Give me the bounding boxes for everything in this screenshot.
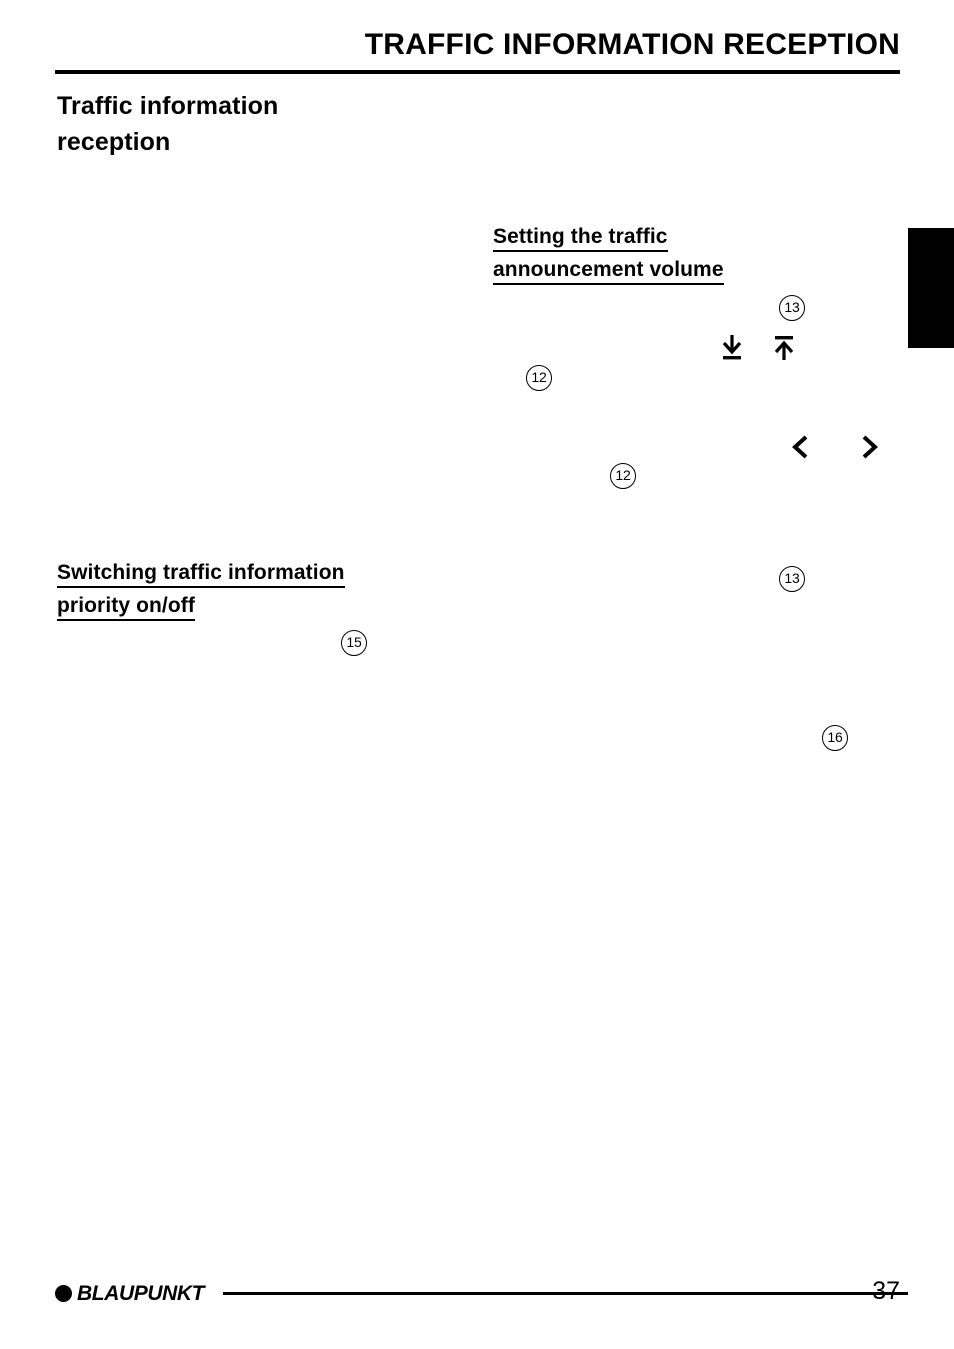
manual-page: TRAFFIC INFORMATION RECEPTION Traffic in…	[0, 0, 954, 1349]
chapter-thumb-tab	[908, 228, 954, 348]
blaupunkt-wordmark: BLAUPUNKT	[77, 1281, 205, 1305]
section-heading-traffic-priority: Switching traffic information priority o…	[57, 556, 447, 622]
section-heading-announcement-volume: Setting the traffic announcement volume	[493, 220, 823, 286]
page-title: Traffic information reception	[57, 88, 477, 160]
chevron-left-icon	[788, 432, 814, 462]
section-heading-volume-line-2: announcement volume	[493, 258, 724, 285]
callout-marker-13-top: 13	[779, 295, 805, 321]
footer-divider	[223, 1292, 908, 1295]
callout-marker-12-lower: 12	[610, 463, 636, 489]
section-heading-volume-line-1: Setting the traffic	[493, 225, 668, 252]
blaupunkt-dot-icon	[55, 1284, 72, 1302]
arrow-down-with-bar-icon	[718, 333, 746, 363]
page-title-line-2: reception	[57, 128, 171, 156]
blaupunkt-logo: BLAUPUNKT	[55, 1280, 204, 1306]
callout-marker-13-right: 13	[779, 566, 805, 592]
running-header: TRAFFIC INFORMATION RECEPTION	[364, 28, 900, 61]
chevron-right-icon	[856, 432, 882, 462]
header-divider	[55, 70, 900, 74]
callout-marker-16: 16	[822, 725, 848, 751]
arrow-up-with-bar-icon	[770, 333, 798, 363]
callout-marker-12-upper: 12	[526, 365, 552, 391]
callout-marker-15: 15	[341, 630, 367, 656]
page-footer: BLAUPUNKT 37	[55, 1277, 908, 1310]
section-heading-priority-line-2: priority on/off	[57, 594, 195, 621]
section-heading-priority-line-1: Switching traffic information	[57, 561, 345, 588]
page-title-line-1: Traffic information	[57, 92, 279, 120]
page-number: 37	[872, 1277, 900, 1305]
